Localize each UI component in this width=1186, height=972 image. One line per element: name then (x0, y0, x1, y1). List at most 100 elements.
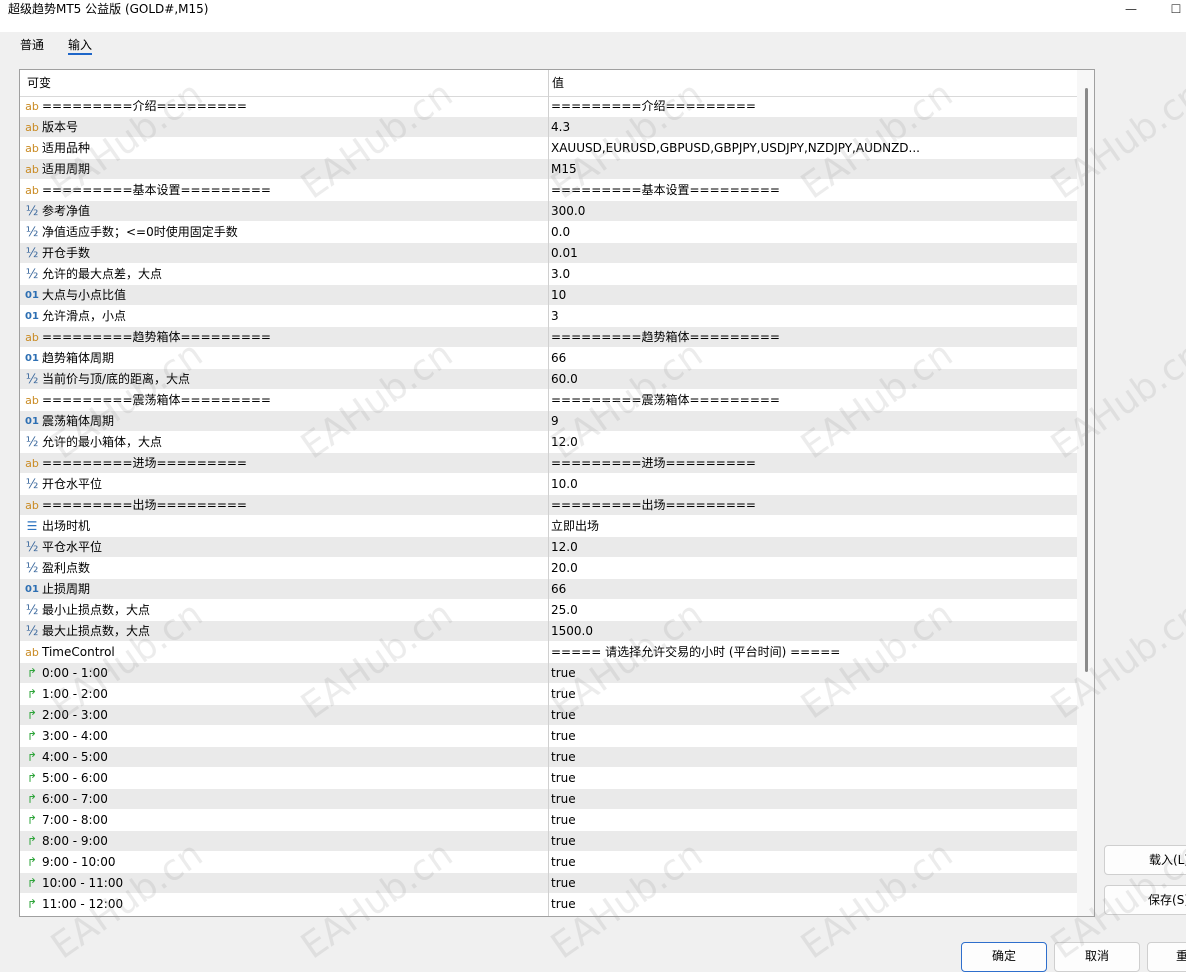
variable-name: 8:00 - 9:00 (42, 834, 108, 848)
variable-value[interactable]: 300.0 (551, 201, 585, 222)
variable-name: 允许的最大点差，大点 (42, 267, 163, 281)
variable-name: 大点与小点比值 (42, 288, 127, 302)
variable-value[interactable]: true (551, 726, 576, 747)
variable-name: 10:00 - 11:00 (42, 876, 124, 890)
bool-type-icon: ↱ (26, 729, 38, 743)
double-type-icon: ½ (25, 225, 39, 240)
variable-value[interactable]: true (551, 894, 576, 915)
variable-name: 平仓水平位 (42, 540, 103, 554)
tab-input[interactable]: 输入 (68, 36, 92, 54)
variable-value[interactable]: =========介绍========= (551, 96, 756, 117)
variable-name: 开仓水平位 (42, 477, 103, 491)
minimize-button[interactable]: — (1121, 0, 1141, 18)
bool-type-icon: ↱ (26, 708, 38, 722)
variable-name: 版本号 (42, 120, 79, 134)
variable-name: 适用周期 (42, 162, 91, 176)
column-header-value[interactable]: 值 (552, 70, 564, 96)
variable-value[interactable]: 9 (551, 411, 559, 432)
variable-value[interactable]: 25.0 (551, 600, 578, 621)
bool-type-icon: ↱ (26, 897, 38, 911)
tab-normal[interactable]: 普通 (20, 36, 44, 54)
variable-value[interactable]: 3 (551, 306, 559, 327)
variable-name: 6:00 - 7:00 (42, 792, 108, 806)
variable-value[interactable]: 3.0 (551, 264, 570, 285)
bool-type-icon: ↱ (26, 666, 38, 680)
variable-value[interactable]: M15 (551, 159, 577, 180)
variable-value[interactable]: 立即出场 (551, 516, 599, 537)
variable-value[interactable]: 12.0 (551, 537, 578, 558)
variable-name: =========趋势箱体========= (42, 330, 271, 344)
variable-name: =========出场========= (42, 498, 247, 512)
variable-value[interactable]: true (551, 789, 576, 810)
integer-type-icon: 01 (25, 584, 39, 595)
variable-name: 0:00 - 1:00 (42, 666, 108, 680)
integer-type-icon: 01 (25, 353, 39, 364)
window-title: 超级趋势MT5 公益版 (GOLD#,M15) (8, 2, 209, 16)
variable-value[interactable]: 1500.0 (551, 621, 593, 642)
variable-value[interactable]: ===== 请选择允许交易的小时 (平台时间) ===== (551, 642, 840, 663)
variable-value[interactable]: true (551, 831, 576, 852)
load-button[interactable]: 载入(L) (1104, 845, 1186, 875)
variable-value[interactable]: 10.0 (551, 474, 578, 495)
cancel-button[interactable]: 取消 (1054, 942, 1140, 972)
double-type-icon: ½ (25, 477, 39, 492)
variable-value[interactable]: =========震荡箱体========= (551, 390, 780, 411)
variable-value[interactable]: true (551, 768, 576, 789)
variable-value[interactable]: 4.3 (551, 117, 570, 138)
variable-name: 4:00 - 5:00 (42, 750, 108, 764)
vertical-scrollbar[interactable] (1077, 70, 1094, 916)
variable-value[interactable]: true (551, 873, 576, 894)
variable-value[interactable]: 10 (551, 285, 566, 306)
variable-value[interactable]: 12.0 (551, 432, 578, 453)
title-bar: 超级趋势MT5 公益版 (GOLD#,M15) — ☐ (0, 0, 1186, 32)
variable-value[interactable]: 20.0 (551, 558, 578, 579)
variable-value[interactable]: true (551, 852, 576, 873)
column-divider[interactable] (548, 70, 549, 916)
scrollbar-thumb[interactable] (1085, 88, 1088, 672)
variable-value[interactable]: true (551, 663, 576, 684)
active-tab-indicator (68, 53, 92, 55)
variable-name: 参考净值 (42, 204, 91, 218)
ok-button[interactable]: 确定 (961, 942, 1047, 972)
variable-name: 净值适应手数；<=0时使用固定手数 (42, 225, 238, 239)
variable-value[interactable]: 0.0 (551, 222, 570, 243)
bool-type-icon: ↱ (26, 687, 38, 701)
text-type-icon: ab (25, 121, 39, 134)
bool-type-icon: ↱ (26, 834, 38, 848)
variable-value[interactable]: true (551, 684, 576, 705)
variable-value[interactable]: true (551, 810, 576, 831)
variable-value[interactable]: =========趋势箱体========= (551, 327, 780, 348)
double-type-icon: ½ (25, 561, 39, 576)
variable-value[interactable]: 0.01 (551, 243, 578, 264)
text-type-icon: ab (25, 331, 39, 344)
bool-type-icon: ↱ (26, 792, 38, 806)
variable-value[interactable]: =========进场========= (551, 453, 756, 474)
variable-value[interactable]: 66 (551, 348, 566, 369)
variable-value[interactable]: =========出场========= (551, 495, 756, 516)
text-type-icon: ab (25, 457, 39, 470)
bool-type-icon: ↱ (26, 750, 38, 764)
variable-name: 允许滑点，小点 (42, 309, 127, 323)
variable-value[interactable]: XAUUSD,EURUSD,GBPUSD,GBPJPY,USDJPY,NZDJP… (551, 138, 920, 159)
double-type-icon: ½ (25, 624, 39, 639)
double-type-icon: ½ (25, 540, 39, 555)
variable-name: 当前价与顶/底的距离，大点 (42, 372, 191, 386)
text-type-icon: ab (25, 163, 39, 176)
column-header-variable[interactable]: 可变 (27, 70, 51, 96)
variable-name: TimeControl (42, 645, 115, 659)
variable-name: 出场时机 (42, 519, 91, 533)
reset-button[interactable]: 重 (1147, 942, 1186, 972)
variable-value[interactable]: 66 (551, 579, 566, 600)
variable-name: 止损周期 (42, 582, 91, 596)
text-type-icon: ab (25, 394, 39, 407)
tab-bar: 普通 输入 (0, 32, 1186, 58)
variable-value[interactable]: true (551, 747, 576, 768)
variable-value[interactable]: =========基本设置========= (551, 180, 780, 201)
maximize-button[interactable]: ☐ (1166, 0, 1186, 18)
inputs-table: 可变 值 ab =========介绍========= =========介绍==… (19, 69, 1095, 917)
variable-name: =========震荡箱体========= (42, 393, 271, 407)
variable-value[interactable]: true (551, 705, 576, 726)
variable-name: 适用品种 (42, 141, 91, 155)
save-button[interactable]: 保存(S) (1104, 885, 1186, 915)
variable-value[interactable]: 60.0 (551, 369, 578, 390)
